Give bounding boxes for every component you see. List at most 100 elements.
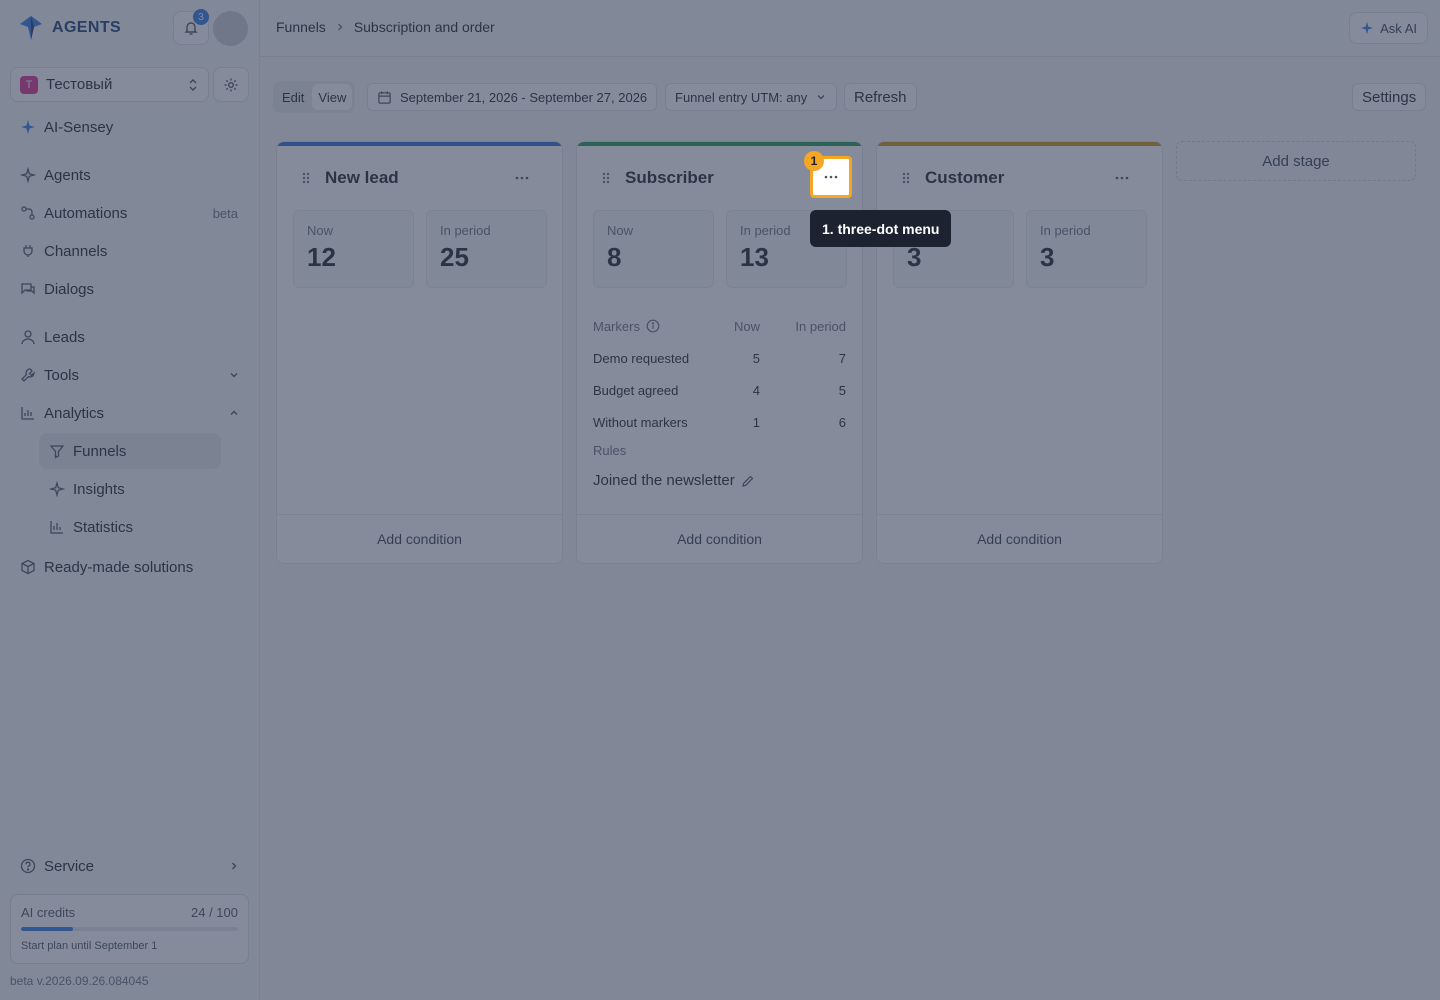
workspace-settings-button[interactable] <box>213 67 249 102</box>
avatar[interactable] <box>213 11 248 46</box>
sidebar: AGENTS 3 T Тестовый AI-Sensey Agents Aut… <box>0 0 260 1000</box>
box-icon <box>21 559 35 575</box>
add-condition-button[interactable]: Add condition <box>577 514 862 563</box>
ai-credits-card[interactable]: AI credits 24 / 100 Start plan until Sep… <box>10 894 249 964</box>
marker-row[interactable]: Demo requested 5 7 <box>593 342 846 374</box>
marker-row[interactable]: Budget agreed 4 5 <box>593 374 846 406</box>
app-version: beta v.2026.09.26.084045 <box>10 974 149 988</box>
bars-icon <box>50 521 63 534</box>
more-horizontal-icon <box>824 175 838 179</box>
breadcrumb-current: Subscription and order <box>353 19 495 35</box>
view-mode-button[interactable]: View <box>312 84 353 110</box>
metric-value: 8 <box>607 242 622 272</box>
sidebar-item-label: Dialogs <box>44 280 95 298</box>
add-condition-button[interactable]: Add condition <box>877 514 1162 563</box>
marker-name: Without markers <box>593 414 688 430</box>
stage-color-bar <box>277 142 562 146</box>
sidebar-item-label: Tools <box>44 366 80 384</box>
utm-filter-dropdown[interactable]: Funnel entry UTM: any <box>665 83 838 111</box>
sidebar-item-label: Funnels <box>73 442 127 460</box>
metric-now: Now 8 <box>593 210 714 288</box>
ask-ai-button[interactable]: Ask AI <box>1349 12 1428 44</box>
add-condition-button[interactable]: Add condition <box>277 514 562 563</box>
sidebar-item-ai-sensey[interactable]: AI-Sensey <box>20 112 240 142</box>
sidebar-item-label: Statistics <box>73 518 134 536</box>
sidebar-item-funnels[interactable]: Funnels <box>39 433 221 469</box>
sidebar-item-service[interactable]: Service <box>20 851 240 881</box>
drag-handle-icon[interactable] <box>901 171 911 185</box>
notifications-button[interactable]: 3 <box>173 9 209 45</box>
drag-handle-icon[interactable] <box>301 171 311 185</box>
marker-row[interactable]: Without markers 1 6 <box>593 406 846 438</box>
date-range-label: September 21, 2026 - September 27, 2026 <box>400 89 648 105</box>
drag-handle-icon[interactable] <box>601 171 611 185</box>
metric-now: Now 12 <box>293 210 414 288</box>
chevron-up-icon <box>230 410 238 415</box>
chevron-down-icon <box>817 95 825 100</box>
highlight-step-badge: 1 <box>804 151 824 171</box>
refresh-button[interactable]: Refresh <box>844 83 917 111</box>
marker-period: 6 <box>838 414 846 430</box>
ai-credits-progress <box>21 927 238 931</box>
sidebar-item-label: Insights <box>73 480 125 498</box>
stage-menu-button[interactable] <box>1102 158 1142 198</box>
sidebar-item-label: Automations <box>44 204 128 222</box>
stage-card-subscriber: Subscriber Now 8 In period 13 Markers No… <box>576 141 863 564</box>
stage-menu-button[interactable] <box>502 158 542 198</box>
stage-card-new-lead: New lead Now 12 In period 25 Add conditi… <box>276 141 563 564</box>
chevron-down-icon <box>230 373 238 378</box>
sidebar-item-analytics[interactable]: Analytics <box>20 398 240 428</box>
stage-header: Customer <box>877 162 1162 194</box>
sidebar-item-insights[interactable]: Insights <box>39 471 221 507</box>
sidebar-item-dialogs[interactable]: Dialogs <box>20 274 240 304</box>
chevron-right-icon <box>232 862 237 870</box>
flow-icon <box>21 206 35 220</box>
pencil-icon[interactable] <box>741 474 755 488</box>
sidebar-item-channels[interactable]: Channels <box>20 236 240 266</box>
add-stage-button[interactable]: Add stage <box>1176 141 1416 181</box>
markers-now-header: Now <box>733 318 760 334</box>
ai-credits-note: Start plan until September 1 <box>21 940 158 952</box>
ai-credits-progress-fill <box>21 927 74 931</box>
more-horizontal-icon <box>515 176 529 180</box>
settings-button[interactable]: Settings <box>1352 83 1427 111</box>
date-range-picker[interactable]: September 21, 2026 - September 27, 2026 <box>367 83 658 111</box>
chart-icon <box>21 407 34 420</box>
notifications-badge: 3 <box>193 9 209 25</box>
highlight-tooltip: 1. three-dot menu <box>810 210 952 247</box>
workspace-selector[interactable]: T Тестовый <box>10 67 209 102</box>
funnel-icon <box>49 445 65 459</box>
sidebar-item-tools[interactable]: Tools <box>20 360 240 390</box>
markers-title: Markers <box>593 319 700 334</box>
stage-name: Customer <box>925 168 1005 187</box>
sidebar-item-leads[interactable]: Leads <box>20 322 240 352</box>
sidebar-item-statistics[interactable]: Statistics <box>39 509 221 545</box>
info-icon[interactable] <box>646 319 660 333</box>
stage-metrics: Now 8 In period 13 <box>593 210 847 288</box>
sparkle-icon <box>21 120 35 134</box>
chevron-right-icon <box>337 23 343 31</box>
topbar: Funnels Subscription and order Ask AI <box>260 0 1440 57</box>
workspace-letter: T <box>20 75 38 94</box>
ai-credits-label: AI credits <box>21 905 76 920</box>
metric-in-period: In period 3 <box>1026 210 1147 288</box>
sidebar-item-ready-made-solutions[interactable]: Ready-made solutions <box>20 552 240 582</box>
marker-period: 7 <box>838 350 846 366</box>
sidebar-item-automations[interactable]: Automations beta <box>20 198 240 228</box>
logo-text: AGENTS <box>52 19 122 36</box>
stage-metrics: Now 12 In period 25 <box>293 210 547 288</box>
plug-icon <box>23 245 33 257</box>
metric-label: Now <box>307 223 334 238</box>
chevron-up-down-icon <box>189 78 197 91</box>
sidebar-item-agents[interactable]: Agents <box>20 160 240 190</box>
more-horizontal-icon <box>1115 176 1129 180</box>
logo[interactable]: AGENTS <box>18 14 121 42</box>
rule-item[interactable]: Joined the newsletter <box>593 472 755 489</box>
gear-icon <box>224 78 238 91</box>
edit-mode-button[interactable]: Edit <box>276 84 310 110</box>
stage-name: Subscriber <box>625 168 714 187</box>
metric-value: 25 <box>440 242 469 272</box>
breadcrumb-funnels[interactable]: Funnels <box>276 19 326 35</box>
sidebar-item-label: Leads <box>44 328 85 346</box>
marker-name: Budget agreed <box>593 382 679 398</box>
